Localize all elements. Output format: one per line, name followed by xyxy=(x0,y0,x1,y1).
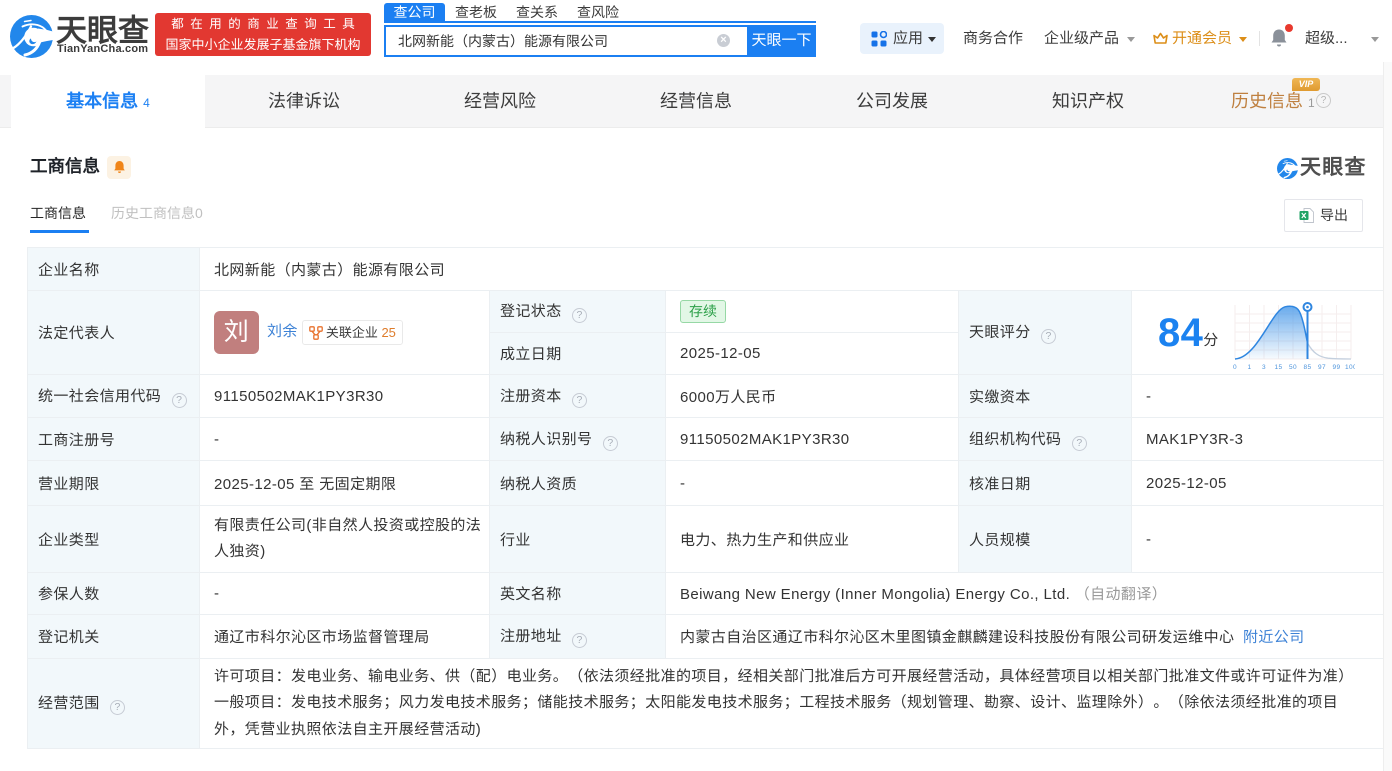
svg-text:1: 1 xyxy=(1247,364,1251,371)
svg-text:3: 3 xyxy=(1262,364,1266,371)
svg-text:50: 50 xyxy=(1289,364,1297,371)
svg-text:100: 100 xyxy=(1345,364,1355,371)
svg-text:15: 15 xyxy=(1274,364,1282,371)
svg-text:97: 97 xyxy=(1318,364,1326,371)
svg-text:85: 85 xyxy=(1303,364,1311,371)
svg-text:0: 0 xyxy=(1233,364,1237,371)
svg-text:99: 99 xyxy=(1332,364,1340,371)
